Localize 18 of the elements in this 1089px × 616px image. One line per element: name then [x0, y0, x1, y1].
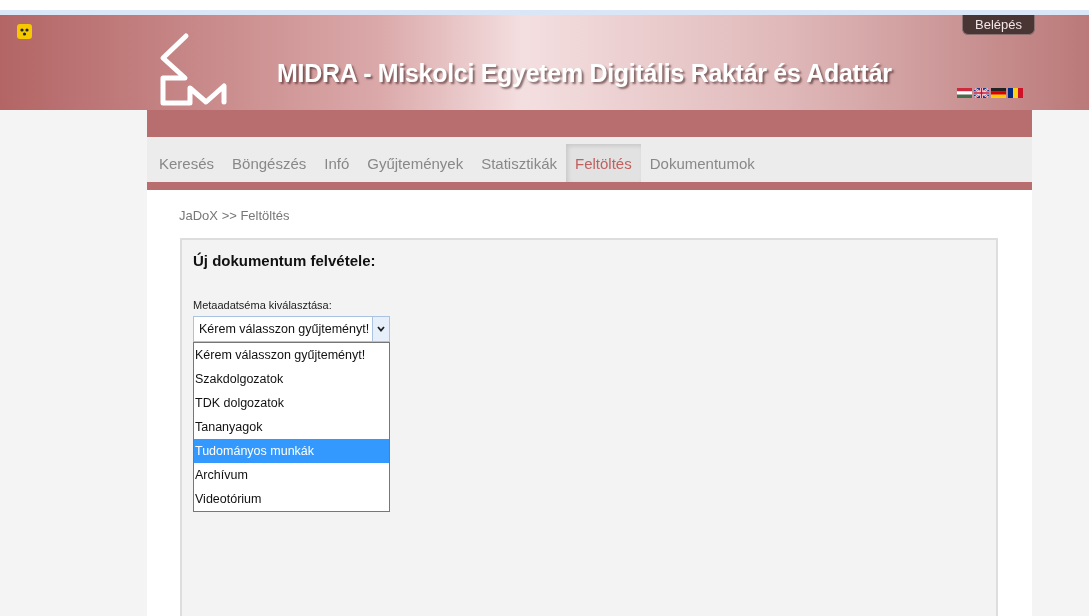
breadcrumb: JaDoX >> Feltöltés: [179, 208, 290, 223]
flag-icon[interactable]: [957, 88, 972, 98]
login-button[interactable]: Belépés: [962, 15, 1035, 35]
flag-icon[interactable]: [974, 88, 989, 98]
dropdown-option[interactable]: Tananyagok: [194, 415, 389, 439]
dropdown-option[interactable]: TDK dolgozatok: [194, 391, 389, 415]
dropdown-option[interactable]: Szakdolgozatok: [194, 367, 389, 391]
dropdown-option[interactable]: Kérem válasszon gyűjteményt!: [194, 343, 389, 367]
caret-icon: [377, 326, 385, 332]
dropdown-option[interactable]: Videotórium: [194, 487, 389, 511]
site-title: MIDRA - Miskolci Egyetem Digitális Raktár és Adattár: [277, 59, 892, 88]
form-heading: Új dokumentum felvétele:: [193, 252, 377, 269]
collection-select[interactable]: Kérem válasszon gyűjteményt!: [193, 316, 390, 342]
field-label: Metaadatséma kiválasztása:: [193, 299, 333, 311]
dropdown-option[interactable]: Archívum: [194, 463, 389, 487]
flag-icon[interactable]: [1008, 88, 1023, 98]
accessibility-icon[interactable]: [17, 24, 32, 39]
flag-icon[interactable]: [991, 88, 1006, 98]
